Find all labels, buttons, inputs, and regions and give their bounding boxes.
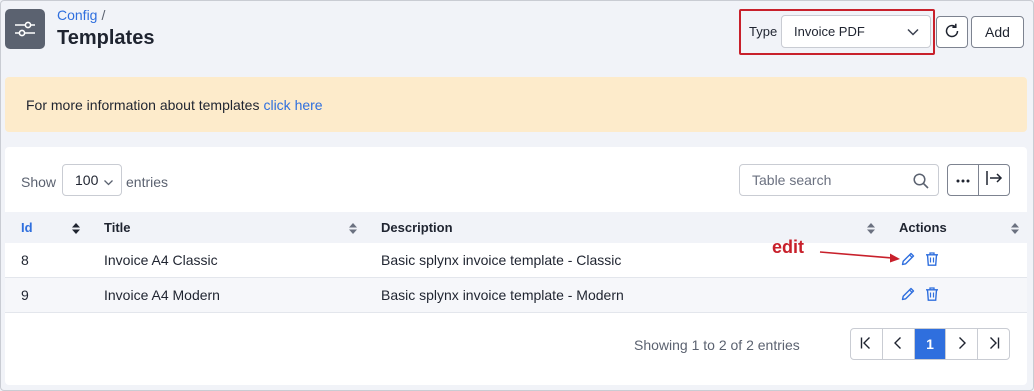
refresh-button[interactable] bbox=[936, 16, 968, 48]
entries-label: entries bbox=[126, 174, 169, 190]
breadcrumb: Config / bbox=[57, 7, 105, 23]
row-id: 9 bbox=[21, 287, 29, 303]
more-icon bbox=[955, 171, 971, 189]
page-length-value: 100 bbox=[75, 172, 99, 188]
refresh-icon bbox=[943, 22, 961, 43]
page-title: Templates bbox=[57, 27, 155, 49]
prev-page-icon bbox=[891, 336, 905, 353]
row-title: Invoice A4 Modern bbox=[104, 287, 220, 303]
edit-icon[interactable] bbox=[900, 286, 916, 305]
next-page-icon bbox=[955, 336, 969, 353]
last-page-button[interactable] bbox=[977, 329, 1009, 359]
first-page-button[interactable] bbox=[851, 329, 882, 359]
table-header: Id Title Description Actions bbox=[5, 212, 1027, 243]
column-header-id[interactable]: Id bbox=[21, 220, 33, 235]
sliders-icon bbox=[5, 9, 45, 49]
row-description: Basic splynx invoice template - Modern bbox=[381, 287, 624, 303]
prev-page-button[interactable] bbox=[881, 329, 914, 359]
export-button[interactable] bbox=[978, 165, 1009, 195]
column-header-description[interactable]: Description bbox=[381, 220, 453, 235]
sort-icon[interactable] bbox=[72, 222, 80, 237]
table-tools bbox=[947, 164, 1010, 196]
info-banner-link[interactable]: click here bbox=[263, 97, 322, 113]
column-header-actions: Actions bbox=[899, 220, 947, 235]
type-filter-value: Invoice PDF bbox=[794, 24, 865, 39]
edit-icon[interactable] bbox=[900, 251, 916, 270]
trash-icon[interactable] bbox=[924, 251, 940, 270]
more-options-button[interactable] bbox=[948, 165, 978, 195]
sort-icon[interactable] bbox=[1011, 222, 1019, 237]
search-icon bbox=[912, 172, 930, 193]
annotation-arrow bbox=[818, 246, 902, 269]
page-length-select[interactable]: 100 bbox=[62, 164, 122, 196]
next-page-button[interactable] bbox=[945, 329, 977, 359]
type-filter-label: Type bbox=[749, 24, 778, 39]
chevron-down-icon bbox=[906, 25, 920, 42]
last-page-icon bbox=[987, 336, 1001, 353]
trash-icon[interactable] bbox=[924, 286, 940, 305]
sort-icon[interactable] bbox=[867, 222, 875, 237]
breadcrumb-separator: / bbox=[101, 7, 106, 23]
info-banner: For more information about templates cli… bbox=[5, 77, 1027, 132]
table-info: Showing 1 to 2 of 2 entries bbox=[634, 337, 800, 353]
first-page-icon bbox=[859, 336, 873, 353]
pagination: 1 bbox=[850, 328, 1010, 360]
row-title: Invoice A4 Classic bbox=[104, 252, 218, 268]
edit-annotation-label: edit bbox=[772, 237, 805, 257]
column-header-title[interactable]: Title bbox=[104, 220, 131, 235]
add-button[interactable]: Add bbox=[971, 16, 1024, 48]
info-banner-text: For more information about templates bbox=[26, 96, 260, 113]
type-filter-select[interactable]: Invoice PDF bbox=[781, 15, 931, 48]
chevron-down-icon bbox=[103, 175, 114, 191]
row-description: Basic splynx invoice template - Classic bbox=[381, 252, 622, 268]
sort-icon[interactable] bbox=[349, 222, 357, 237]
page-button-current[interactable]: 1 bbox=[913, 329, 946, 359]
export-icon bbox=[985, 170, 1003, 191]
table-search-input[interactable]: Table search bbox=[739, 164, 939, 196]
table-row: 9 Invoice A4 Modern Basic splynx invoice… bbox=[5, 278, 1027, 313]
row-id: 8 bbox=[21, 252, 29, 268]
show-label: Show bbox=[21, 174, 57, 190]
breadcrumb-config-link[interactable]: Config bbox=[57, 7, 97, 23]
table-search-placeholder: Table search bbox=[752, 172, 832, 188]
